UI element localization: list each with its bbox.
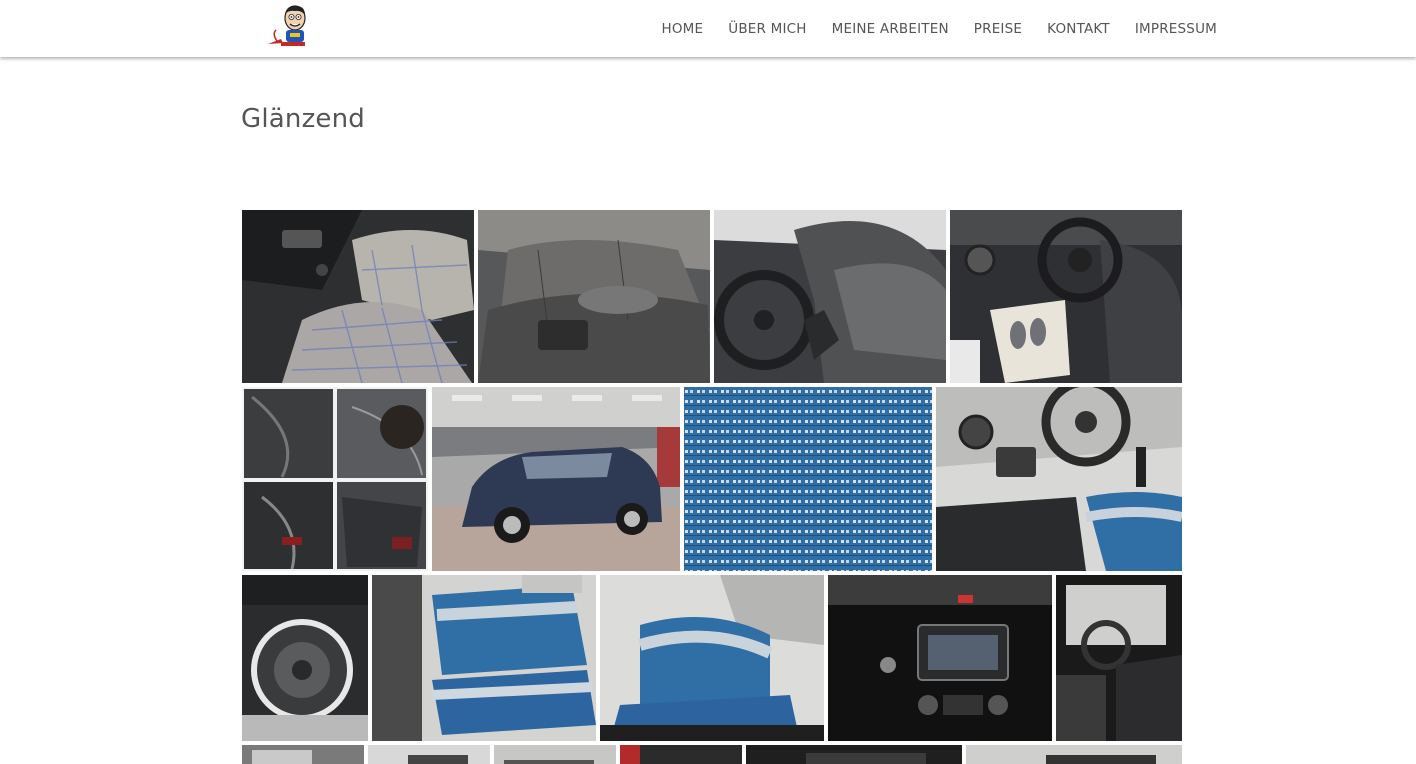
gallery-image[interactable] bbox=[950, 210, 1182, 383]
cartoon-mascot-icon bbox=[268, 5, 306, 46]
nav-impressum[interactable]: IMPRESSUM bbox=[1122, 21, 1229, 37]
nav-ueber-mich[interactable]: ÜBER MICH bbox=[716, 21, 819, 37]
gallery-image[interactable] bbox=[478, 210, 710, 383]
gallery-image[interactable] bbox=[372, 575, 596, 741]
gallery-image[interactable] bbox=[684, 387, 932, 571]
gallery-image[interactable] bbox=[242, 387, 428, 571]
nav-preise[interactable]: PREISE bbox=[961, 21, 1034, 37]
gallery-image[interactable] bbox=[828, 575, 1052, 741]
gallery-image[interactable] bbox=[242, 575, 368, 741]
gallery-image[interactable] bbox=[714, 210, 946, 383]
nav-home[interactable]: HOME bbox=[649, 21, 716, 37]
gallery-image[interactable] bbox=[494, 745, 616, 764]
gallery-image[interactable] bbox=[746, 745, 962, 764]
gallery-image[interactable] bbox=[242, 745, 364, 764]
gallery-image[interactable] bbox=[936, 387, 1182, 571]
gallery-image[interactable] bbox=[1056, 575, 1182, 741]
gallery-image[interactable] bbox=[620, 745, 742, 764]
page-title: Glänzend bbox=[241, 104, 366, 134]
site-header: HOME ÜBER MICH MEINE ARBEITEN PREISE KON… bbox=[0, 0, 1416, 57]
gallery-image[interactable] bbox=[242, 210, 474, 383]
logo[interactable] bbox=[263, 3, 309, 49]
photo-gallery bbox=[242, 210, 1182, 764]
gallery-image[interactable] bbox=[600, 575, 824, 741]
main-nav: HOME ÜBER MICH MEINE ARBEITEN PREISE KON… bbox=[649, 0, 1230, 57]
gallery-image[interactable] bbox=[368, 745, 490, 764]
nav-kontakt[interactable]: KONTAKT bbox=[1035, 21, 1123, 37]
gallery-image[interactable] bbox=[432, 387, 680, 571]
gallery-image[interactable] bbox=[966, 745, 1182, 764]
nav-meine-arbeiten[interactable]: MEINE ARBEITEN bbox=[819, 21, 961, 37]
